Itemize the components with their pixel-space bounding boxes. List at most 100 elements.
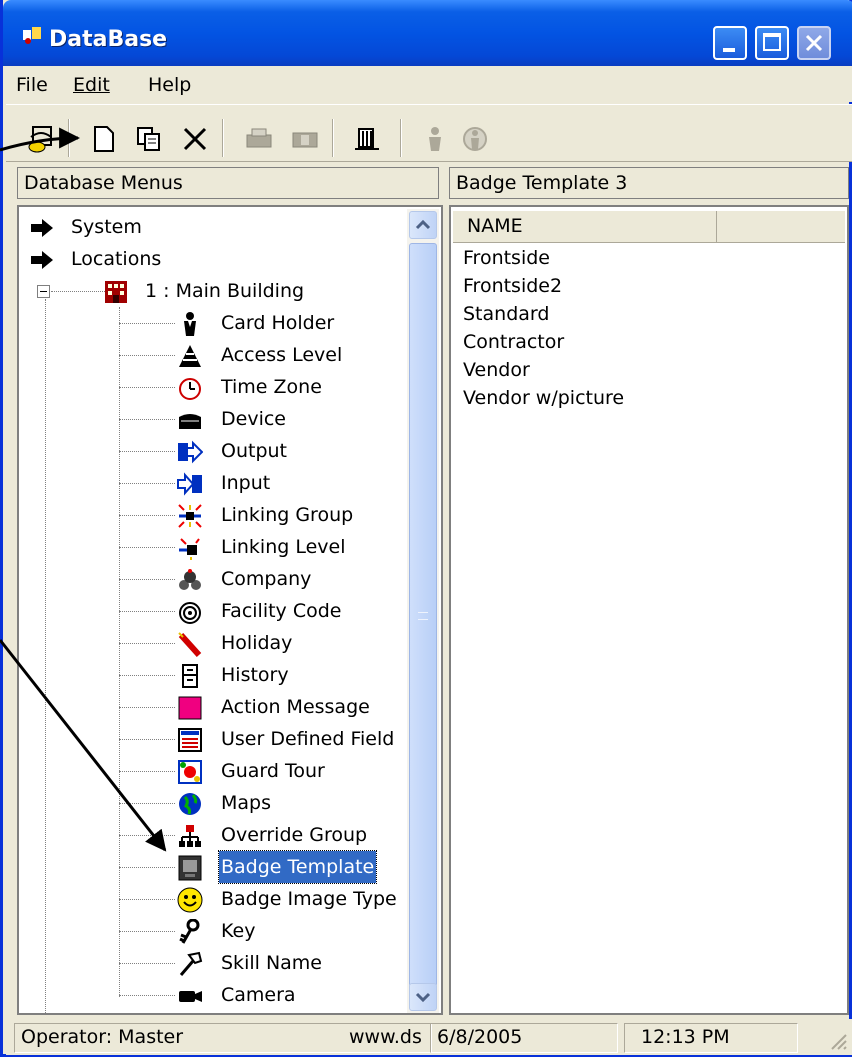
tree-item-input[interactable]: Input (119, 467, 405, 499)
user-defined-field-icon (178, 728, 202, 752)
operator-text: Operator: Master (21, 1026, 184, 1048)
card-holder-icon (429, 127, 441, 151)
tree-label: History (221, 664, 289, 686)
linking-level-icon (179, 538, 200, 560)
collapse-icon[interactable] (37, 285, 50, 298)
menu-edit[interactable]: Edit (73, 74, 110, 96)
maximize-button[interactable] (755, 26, 789, 60)
history-icon (182, 664, 198, 688)
list-item[interactable]: Frontside (463, 247, 550, 269)
new-button[interactable] (82, 119, 122, 157)
tree-item-locations[interactable]: Locations (29, 243, 409, 275)
arrow-right-icon (31, 251, 53, 269)
print-preview-icon (292, 132, 318, 148)
status-operator: Operator: Master www.ds (14, 1023, 432, 1053)
find-icon (463, 127, 487, 151)
tree-item-device[interactable]: Device (119, 403, 405, 435)
tree-item-linking-group[interactable]: Linking Group (119, 499, 405, 531)
tree-item-linking-level[interactable]: Linking Level (119, 531, 405, 563)
delete-button[interactable] (174, 119, 214, 157)
print-button[interactable] (238, 119, 278, 157)
badge-template-icon (178, 855, 202, 881)
scroll-up-button[interactable] (409, 211, 437, 239)
list-item[interactable]: Vendor w/picture (463, 387, 624, 409)
tree-item-history[interactable]: History (119, 659, 405, 691)
status-date: 6/8/2005 (430, 1023, 618, 1053)
exit-icon (28, 126, 52, 153)
menu-help[interactable]: Help (148, 74, 191, 96)
tree-item-card-holder[interactable]: Card Holder (119, 307, 405, 339)
tree-connector (119, 355, 175, 356)
tree-connector (45, 299, 46, 1013)
tree-item-main-building[interactable]: 1 : Main Building (29, 275, 409, 307)
tree-connector (119, 579, 175, 580)
copy-button[interactable] (128, 119, 168, 157)
tree-item-key[interactable]: Key (119, 915, 405, 947)
tree-scrollbar[interactable] (407, 209, 439, 1013)
tree-item-maps[interactable]: Maps (119, 787, 405, 819)
column-name[interactable]: NAME (453, 211, 717, 243)
arrow-right-icon (31, 219, 53, 237)
tree-item-guard-tour[interactable]: Guard Tour (119, 755, 405, 787)
tree-label: Badge Image Type (221, 888, 397, 910)
card-holder-button[interactable] (414, 119, 454, 157)
tree-item-action-message[interactable]: Action Message (119, 691, 405, 723)
smiley-icon (177, 887, 203, 913)
list-item[interactable]: Vendor (463, 359, 530, 381)
tree-connector (119, 899, 175, 900)
hammer-icon (179, 951, 203, 976)
toolbar-separator (332, 119, 334, 157)
tree-label: Facility Code (221, 600, 342, 622)
tree-item-system[interactable]: System (29, 211, 409, 243)
exit-button[interactable] (22, 119, 62, 157)
chevron-down-icon (415, 992, 431, 1003)
company-icon (179, 569, 201, 590)
tree-item-badge-image-type[interactable]: Badge Image Type (119, 883, 405, 915)
scroll-thumb[interactable] (409, 243, 437, 987)
toolbar-separator (68, 119, 70, 157)
tree-connector (119, 387, 175, 388)
title-bar[interactable]: DataBase (3, 0, 852, 66)
tree-item-output[interactable]: Output (119, 435, 405, 467)
find-button[interactable] (454, 119, 494, 157)
delete-icon (183, 127, 207, 151)
list-item[interactable]: Standard (463, 303, 549, 325)
minimize-button[interactable] (713, 26, 747, 60)
tree-item-badge-template[interactable]: Badge Template (119, 850, 405, 884)
status-bar: Operator: Master www.ds 6/8/2005 12:13 P… (6, 1019, 852, 1055)
badge-template-list[interactable]: NAME Frontside Frontside2 Standard Contract… (449, 205, 849, 1015)
list-item[interactable]: Contractor (463, 331, 564, 353)
tree-item-skill-name[interactable]: Skill Name (119, 947, 405, 979)
tree-item-override-group[interactable]: Override Group (119, 819, 405, 851)
print-preview-button[interactable] (284, 119, 324, 157)
tree-connector (119, 675, 175, 676)
tree-connector (119, 451, 175, 452)
tree-item-time-zone[interactable]: Time Zone (119, 371, 405, 403)
guard-tour-icon (178, 760, 202, 784)
holiday-icon (178, 632, 202, 657)
minimize-icon (723, 48, 735, 52)
tree-item-company[interactable]: Company (119, 563, 405, 595)
tree-item-facility-code[interactable]: Facility Code (119, 595, 405, 627)
menu-file[interactable]: File (16, 74, 48, 96)
tree-item-user-defined-field[interactable]: User Defined Field (119, 723, 405, 755)
tree-connector (119, 483, 175, 484)
tree-connector (119, 867, 175, 868)
tree-label: Override Group (221, 824, 368, 846)
resize-grip-icon[interactable] (828, 1031, 848, 1051)
tree-item-holiday[interactable]: Holiday (119, 627, 405, 659)
tree-item-access-level[interactable]: Access Level (119, 339, 405, 371)
clock-icon (179, 378, 201, 400)
scroll-down-button[interactable] (409, 983, 437, 1011)
tree-connector (119, 323, 175, 324)
database-tree[interactable]: System Locations 1 : Main Building Card … (17, 205, 443, 1015)
tree-item-camera[interactable]: Camera (119, 979, 405, 1011)
report-icon (355, 128, 379, 150)
status-time: 12:13 PM (624, 1023, 798, 1053)
list-item[interactable]: Frontside2 (463, 275, 562, 297)
report-button[interactable] (346, 119, 386, 157)
tree-label: Skill Name (221, 952, 322, 974)
tree-label: Action Message (221, 696, 370, 718)
close-button[interactable] (797, 26, 831, 60)
tree-label: Linking Group (221, 504, 354, 526)
